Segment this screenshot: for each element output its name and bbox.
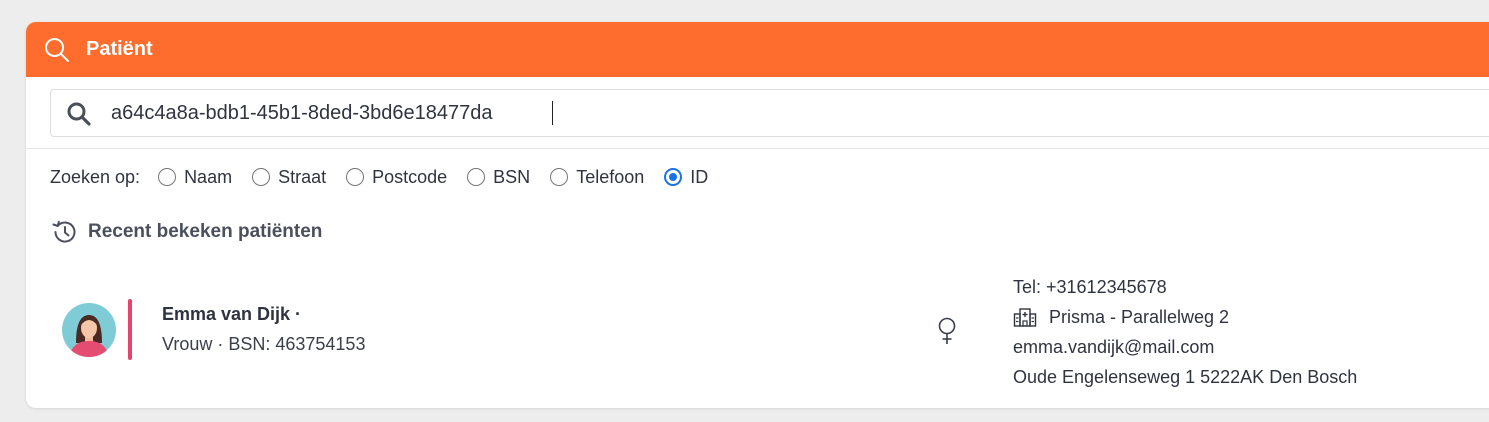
radio-label-naam: Naam: [184, 166, 233, 187]
search-by-label: Zoeken op:: [50, 166, 141, 187]
radio-bsn[interactable]: [467, 168, 486, 186]
patient-details: Vrouw · BSN: 463754153: [162, 334, 366, 354]
radio-option-telefoon[interactable]: Telefoon: [550, 167, 644, 188]
radio-option-id[interactable]: ID: [664, 167, 708, 188]
patient-practice: Prisma - Parallelweg 2: [1013, 302, 1357, 332]
avatar: [62, 303, 116, 357]
patient-accent-bar: [128, 299, 132, 360]
radio-label-postcode: Postcode: [372, 166, 448, 187]
radio-label-telefoon: Telefoon: [576, 166, 645, 187]
radio-label-bsn: BSN: [493, 166, 531, 187]
radio-straat[interactable]: [252, 168, 271, 186]
radio-naam[interactable]: [158, 168, 177, 186]
radio-label-straat: Straat: [278, 166, 327, 187]
panel-header: Patiënt: [26, 22, 1489, 77]
recent-patients-title: Recent bekeken patiënten: [88, 221, 323, 242]
search-field[interactable]: [50, 89, 1489, 137]
patient-search-panel: Patiënt Zoeken op: Naam Straat Postcode …: [26, 22, 1489, 408]
patient-phone: Tel: +31612345678: [1013, 277, 1167, 297]
radio-label-id: ID: [690, 166, 709, 187]
history-icon: [52, 220, 76, 243]
building-icon: [1013, 308, 1037, 327]
divider: [26, 148, 1489, 149]
recent-patients-header: Recent bekeken patiënten: [50, 218, 322, 246]
search-input[interactable]: [111, 98, 1411, 128]
radio-option-postcode[interactable]: Postcode: [346, 167, 447, 188]
patient-address: Oude Engelenseweg 1 5222AK Den Bosch: [1013, 367, 1358, 387]
search-by-options: Zoeken op: Naam Straat Postcode BSN Tele…: [50, 164, 728, 190]
patient-name: Emma van Dijk ·: [162, 304, 302, 324]
patient-contact: Tel: +31612345678 Prisma - Parallelweg 2…: [1013, 272, 1357, 392]
panel-title: Patiënt: [86, 38, 153, 60]
radio-option-bsn[interactable]: BSN: [467, 167, 530, 188]
radio-option-naam[interactable]: Naam: [158, 167, 232, 188]
radio-id[interactable]: [664, 168, 683, 186]
text-cursor: [552, 101, 553, 125]
radio-telefoon[interactable]: [550, 168, 569, 186]
search-icon: [67, 102, 91, 126]
patient-practice-name: Prisma - Parallelweg 2: [1049, 307, 1230, 327]
patient-email: emma.vandijk@mail.com: [1013, 337, 1215, 357]
female-icon: [938, 317, 956, 344]
search-icon: [45, 38, 69, 62]
radio-option-straat[interactable]: Straat: [252, 167, 326, 188]
radio-postcode[interactable]: [346, 168, 365, 186]
recent-patient-item[interactable]: Emma van Dijk · Vrouw · BSN: 463754153 T…: [26, 272, 1489, 402]
